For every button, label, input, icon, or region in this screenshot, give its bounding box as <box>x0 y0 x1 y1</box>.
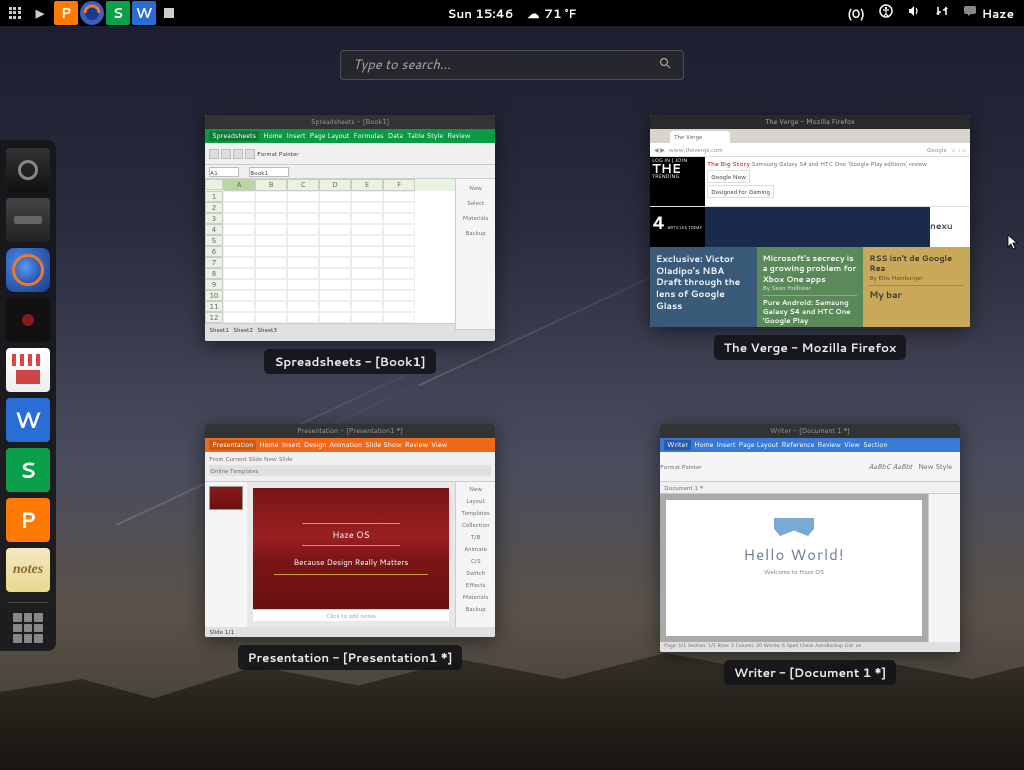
dash-spreadsheets-icon[interactable]: S <box>6 448 50 492</box>
side-panel: New Select Materials Backup <box>455 179 495 329</box>
dash-record-icon[interactable] <box>6 298 50 342</box>
titlebar: The Verge - Mozilla Firefox <box>650 115 970 129</box>
doc-tab: Document 1 * <box>660 482 960 494</box>
weather-indicator[interactable]: ☁ 71 °F <box>527 5 576 22</box>
user-label: Haze <box>982 5 1014 22</box>
slide-thumbnail <box>209 486 243 510</box>
toolbar: From Current Slide New Slide Online Temp… <box>205 452 495 482</box>
mouse-cursor <box>1007 234 1019 252</box>
hero-image <box>705 207 930 247</box>
search-placeholder: Type to search... <box>353 56 659 74</box>
toolbar: Format Painter AaBbC AaBbt New Style <box>660 452 960 482</box>
top-panel: ▶ P S W Sun 15:46 ☁ 71 °F (0) Haze <box>0 0 1024 26</box>
window-label: Writer - [Document 1 *] <box>724 660 896 685</box>
page-content: LOG IN | JOIN THE TRENDING The Big Story… <box>650 157 970 327</box>
window-writer[interactable]: Writer - [Document 1 *] Writer HomeInser… <box>640 424 980 685</box>
taskbar-writer-icon[interactable]: W <box>132 1 156 25</box>
titlebar: Writer - [Document 1 *] <box>660 424 960 438</box>
titlebar: Spreadsheets - [Book1] <box>205 115 495 129</box>
taskbar-presentation-icon[interactable]: P <box>54 1 78 25</box>
taskbar-firefox-icon[interactable] <box>80 1 104 25</box>
formula-bar: A1 Book1 <box>205 165 495 179</box>
verge-sidebar: 4 ARTICLES TODAY <box>650 207 705 247</box>
menubar: Presentation HomeInsert DesignAnimation … <box>205 438 495 452</box>
window-label: The Verge - Mozilla Firefox <box>714 335 906 360</box>
user-menu[interactable]: Haze <box>963 4 1014 22</box>
sheet-tabs: Sheet1 Sheet2 Sheet3 <box>205 323 455 335</box>
dash-notes-icon[interactable]: notes <box>6 548 50 592</box>
menubar: Spreadsheets HomeInsert Page LayoutFormu… <box>205 129 495 143</box>
slide-panel <box>205 482 247 627</box>
spreadsheet-grid: A B C D E F 123456789101112 Sheet1 Sheet… <box>205 179 455 329</box>
dash-firefox-icon[interactable] <box>6 248 50 292</box>
window-spreadsheets[interactable]: Spreadsheets - [Book1] Spreadsheets Home… <box>180 115 520 374</box>
window-thumb: The Verge - Mozilla Firefox The Verge ◀ … <box>650 115 970 327</box>
window-label: Spreadsheets - [Book1] <box>264 349 435 374</box>
dash-scanner-icon[interactable] <box>6 198 50 242</box>
chat-icon <box>963 4 977 22</box>
search-icon <box>659 56 671 74</box>
network-icon[interactable] <box>935 4 949 23</box>
window-presentation[interactable]: Presentation - [Presentation1 *] Present… <box>180 424 520 685</box>
window-label: Presentation - [Presentation1 *] <box>238 645 463 670</box>
weather-icon: ☁ <box>527 5 539 22</box>
verge-logo: LOG IN | JOIN THE TRENDING <box>650 157 705 206</box>
titlebar: Presentation - [Presentation1 *] <box>205 424 495 438</box>
search-input[interactable]: Type to search... <box>340 50 684 80</box>
dash-camera-icon[interactable] <box>6 148 50 192</box>
menubar: Writer HomeInsert Page LayoutReference R… <box>660 438 960 452</box>
window-thumb: Presentation - [Presentation1 *] Present… <box>205 424 495 637</box>
side-panel <box>928 494 960 642</box>
accessibility-icon[interactable] <box>879 4 893 23</box>
window-thumb: Writer - [Document 1 *] Writer HomeInser… <box>660 424 960 652</box>
window-overview: Spreadsheets - [Book1] Spreadsheets Home… <box>180 115 980 685</box>
taskbar-spreadsheets-icon[interactable]: S <box>106 1 130 25</box>
window-firefox[interactable]: The Verge - Mozilla Firefox The Verge ◀ … <box>640 115 980 374</box>
clock[interactable]: Sun 15:46 <box>447 5 513 22</box>
weather-temp: 71 °F <box>544 5 576 22</box>
ribbon-graphic <box>774 518 814 536</box>
toolbar: Format Painter <box>205 143 495 165</box>
slide-canvas: Haze OS Because Design Really Matters Cl… <box>247 482 455 627</box>
statusbar: Slide 1/1 <box>205 627 495 637</box>
tab-strip: The Verge <box>650 129 970 143</box>
statusbar: Page: 1/1 Section: 1/1 Row: 3 Column: 20… <box>660 642 960 652</box>
notification-count[interactable]: (0) <box>847 5 864 22</box>
dash-separator <box>8 602 48 603</box>
side-panel: NewLayout TemplatesCollection T/BAnimate… <box>455 482 495 627</box>
window-thumb: Spreadsheets - [Book1] Spreadsheets Home… <box>205 115 495 341</box>
browser-tab: The Verge <box>670 131 730 143</box>
document-canvas: Hello World! Welcome to Haze OS <box>660 494 928 642</box>
dash-show-apps-icon[interactable] <box>13 613 43 643</box>
play-icon[interactable]: ▶ <box>28 1 52 25</box>
article-card: Exclusive: Victor Oladipo's NBA Draft th… <box>650 247 757 327</box>
url-bar: ◀ ▶ www.theverge.com Google ☆ ↓ ⌂ <box>650 143 970 157</box>
dash-software-icon[interactable] <box>6 348 50 392</box>
taskbar-stop-icon[interactable] <box>164 8 174 18</box>
dash: W S P notes <box>0 140 56 651</box>
nexus-ad: nexu <box>930 207 970 247</box>
article-card: RSS isn't de Google Rea By Ellis Hamburg… <box>863 247 970 327</box>
volume-icon[interactable] <box>907 4 921 23</box>
dash-writer-icon[interactable]: W <box>6 398 50 442</box>
activities-button[interactable] <box>4 3 26 23</box>
article-card: Microsoft's secrecy is a growing problem… <box>757 247 864 327</box>
dash-presentation-icon[interactable]: P <box>6 498 50 542</box>
